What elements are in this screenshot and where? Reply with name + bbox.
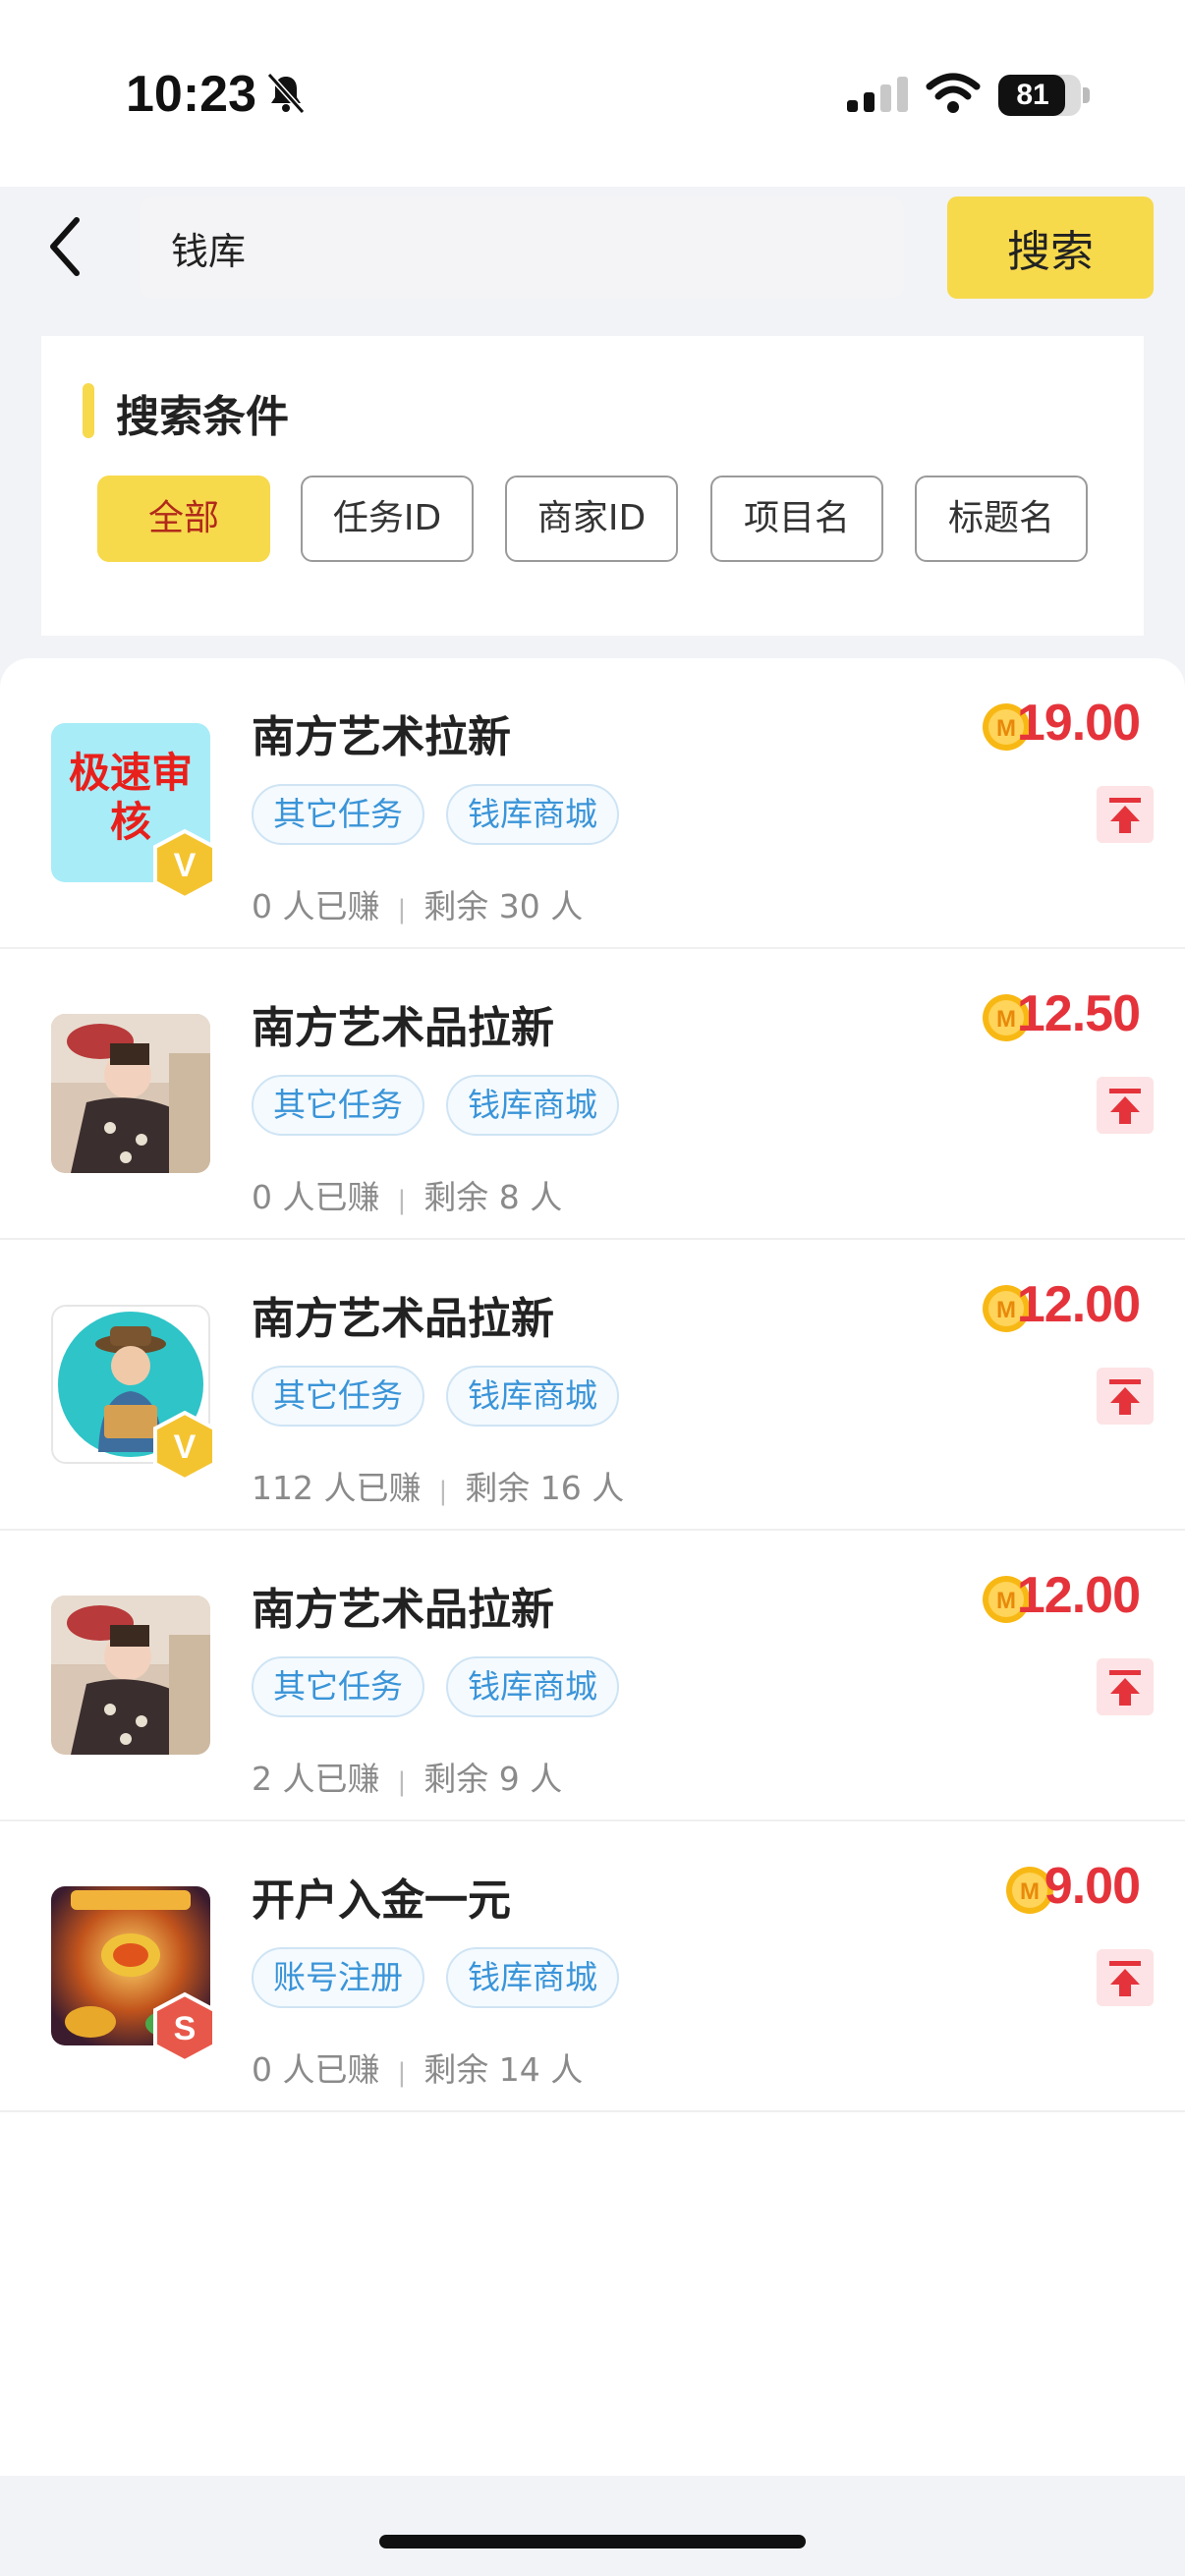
task-title: 南方艺术品拉新 [252, 1003, 554, 1053]
status-time: 10:23 [126, 66, 256, 123]
task-item[interactable]: 南方艺术品拉新 其它任务 钱库商城 2 人已赚 | 剩余 9 人 M 12.00 [0, 1531, 1185, 1821]
task-price: 12.00 [1016, 1567, 1141, 1624]
task-meta: 0 人已赚 | 剩余 14 人 [252, 2050, 584, 2089]
svg-text:M: M [996, 1588, 1016, 1614]
s-badge-icon: S [153, 1991, 216, 2064]
task-thumbnail [51, 1596, 210, 1755]
badge-letter: V [174, 1428, 197, 1466]
remaining-count: 剩余 9 人 [423, 1760, 563, 1798]
task-title: 南方艺术品拉新 [252, 1294, 554, 1344]
task-list: 极速审核 V 南方艺术拉新 其它任务 钱库商城 0 人已赚 | 剩余 30 人 M … [0, 658, 1185, 2476]
bell-muted-icon [266, 72, 306, 115]
task-tag: 其它任务 [252, 1656, 424, 1717]
signal-icon [847, 77, 908, 112]
pin-top-icon[interactable] [1097, 1077, 1154, 1134]
filter-chip-merchant-id[interactable]: 商家ID [505, 476, 678, 562]
task-tag: 钱库商城 [446, 1656, 619, 1717]
task-item[interactable]: S 开户入金一元 账号注册 钱库商城 0 人已赚 | 剩余 14 人 M 9.00 [0, 1821, 1185, 2112]
badge-letter: V [174, 847, 197, 884]
svg-text:M: M [996, 715, 1016, 742]
earned-count: 0 人已赚 [252, 2050, 380, 2089]
status-bar: 10:23 81 搜索 [0, 0, 1185, 299]
remaining-count: 剩余 16 人 [465, 1469, 625, 1507]
earned-count: 0 人已赚 [252, 1178, 380, 1216]
task-tag: 账号注册 [252, 1947, 424, 2008]
earned-count: 2 人已赚 [252, 1760, 380, 1798]
task-tag: 钱库商城 [446, 1947, 619, 2008]
task-title: 开户入金一元 [252, 1876, 511, 1926]
verified-badge-icon: V [153, 1410, 216, 1483]
pin-top-icon[interactable] [1097, 786, 1154, 843]
task-tag: 其它任务 [252, 1075, 424, 1136]
battery-level: 81 [1016, 79, 1049, 111]
task-price: 19.00 [1016, 695, 1141, 752]
search-conditions-card: 搜索条件 全部 任务ID 商家ID 项目名 标题名 [41, 336, 1144, 636]
pin-top-icon[interactable] [1097, 1658, 1154, 1715]
task-item[interactable]: V 南方艺术品拉新 其它任务 钱库商城 112 人已赚 | 剩余 16 人 M 12… [0, 1240, 1185, 1531]
svg-text:M: M [996, 1297, 1016, 1323]
task-price: 12.50 [1016, 985, 1141, 1042]
battery-nub [1083, 87, 1090, 103]
pin-top-icon[interactable] [1097, 1949, 1154, 2006]
task-tag: 钱库商城 [446, 1075, 619, 1136]
search-conditions-title: 搜索条件 [116, 392, 289, 442]
task-item[interactable]: 极速审核 V 南方艺术拉新 其它任务 钱库商城 0 人已赚 | 剩余 30 人 M … [0, 658, 1185, 949]
task-meta: 0 人已赚 | 剩余 8 人 [252, 1178, 563, 1216]
search-input[interactable] [140, 196, 904, 299]
remaining-count: 剩余 8 人 [423, 1178, 563, 1216]
filter-chip-title-name[interactable]: 标题名 [915, 476, 1088, 562]
pin-top-icon[interactable] [1097, 1368, 1154, 1425]
remaining-count: 剩余 30 人 [423, 887, 584, 925]
task-title: 南方艺术品拉新 [252, 1585, 554, 1635]
earned-count: 0 人已赚 [252, 887, 380, 925]
back-arrow-icon[interactable] [43, 214, 94, 279]
task-price: 9.00 [1044, 1858, 1141, 1915]
task-tag: 其它任务 [252, 1366, 424, 1427]
task-thumbnail [51, 1014, 210, 1173]
wifi-icon [926, 73, 981, 113]
svg-text:M: M [1020, 1878, 1040, 1905]
battery-indicator: 81 [998, 75, 1081, 116]
verified-badge-icon: V [153, 828, 216, 901]
task-meta: 2 人已赚 | 剩余 9 人 [252, 1760, 563, 1798]
search-button[interactable]: 搜索 [947, 196, 1154, 299]
task-title: 南方艺术拉新 [252, 712, 511, 762]
filter-chip-all[interactable]: 全部 [97, 476, 270, 562]
home-indicator[interactable] [379, 2535, 806, 2548]
task-price: 12.00 [1016, 1276, 1141, 1333]
badge-letter: S [174, 2010, 197, 2047]
title-accent-bar [83, 383, 94, 438]
svg-text:M: M [996, 1006, 1016, 1033]
filter-chip-task-id[interactable]: 任务ID [301, 476, 474, 562]
task-item[interactable]: 南方艺术品拉新 其它任务 钱库商城 0 人已赚 | 剩余 8 人 M 12.50 [0, 949, 1185, 1240]
task-tag: 其它任务 [252, 784, 424, 845]
filter-chip-project-name[interactable]: 项目名 [710, 476, 883, 562]
task-tag: 钱库商城 [446, 1366, 619, 1427]
earned-count: 112 人已赚 [252, 1469, 422, 1507]
task-meta: 112 人已赚 | 剩余 16 人 [252, 1469, 625, 1507]
remaining-count: 剩余 14 人 [423, 2050, 584, 2089]
task-meta: 0 人已赚 | 剩余 30 人 [252, 887, 584, 925]
task-tag: 钱库商城 [446, 784, 619, 845]
